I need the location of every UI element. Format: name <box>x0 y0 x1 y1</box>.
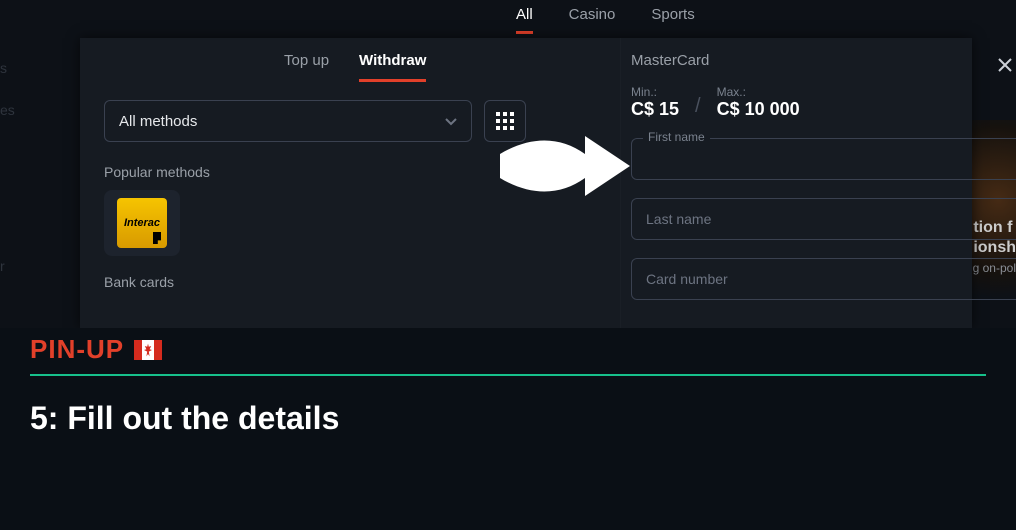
field-card-number <box>631 258 1006 300</box>
chevron-down-icon <box>445 113 457 130</box>
field-last-name <box>631 198 1006 240</box>
min-label: Min.: <box>631 85 679 99</box>
method-filter-row: All methods <box>104 100 562 142</box>
method-select[interactable]: All methods <box>104 100 472 142</box>
withdraw-modal: Top up Withdraw All methods <box>80 38 972 328</box>
form-title: MasterCard <box>631 52 1006 69</box>
withdraw-form-pane: MasterCard Min.: C$ 15 / Max.: C$ 10 000… <box>620 38 1016 328</box>
field-first-name: First name <box>631 138 1006 180</box>
subtab-topup[interactable]: Top up <box>284 52 329 82</box>
first-name-input[interactable] <box>631 138 1016 180</box>
caption-overlay: PIN-UP 5: Fill out the details <box>0 328 1016 530</box>
section-popular-label: Popular methods <box>104 164 562 180</box>
payment-tile-interac[interactable]: Interac <box>104 190 180 256</box>
min-value: C$ 15 <box>631 99 679 120</box>
wallet-subtabs: Top up Withdraw <box>284 52 562 82</box>
max-label: Max.: <box>717 85 800 99</box>
canada-flag-icon <box>134 340 162 360</box>
tab-sports[interactable]: Sports <box>651 6 694 34</box>
tab-all[interactable]: All <box>516 6 533 34</box>
section-bankcards-label: Bank cards <box>104 274 562 290</box>
withdraw-left-pane: Top up Withdraw All methods <box>80 38 580 328</box>
limits-separator: / <box>695 95 701 118</box>
first-name-label: First name <box>643 130 710 144</box>
accent-rule <box>30 374 986 376</box>
grid-icon <box>496 112 514 130</box>
grid-view-button[interactable] <box>484 100 526 142</box>
limits-row: Min.: C$ 15 / Max.: C$ 10 000 <box>631 85 1006 120</box>
tab-casino[interactable]: Casino <box>569 6 616 34</box>
close-button[interactable] <box>998 56 1012 77</box>
pinup-logo: PIN-UP <box>30 334 124 365</box>
step-caption: 5: Fill out the details <box>30 400 339 437</box>
bg-left-menu: s es r <box>0 60 15 300</box>
last-name-input[interactable] <box>631 198 1016 240</box>
card-number-input[interactable] <box>631 258 1016 300</box>
interac-icon: Interac <box>117 198 167 248</box>
method-select-label: All methods <box>119 113 197 130</box>
brand-row: PIN-UP <box>30 334 162 365</box>
subtab-withdraw[interactable]: Withdraw <box>359 52 426 82</box>
screenshot-stage: s es r tion f ionsh have g on-pol All Ca… <box>0 0 1016 530</box>
category-tabs: All Casino Sports <box>0 6 1016 34</box>
max-value: C$ 10 000 <box>717 99 800 120</box>
close-icon <box>998 58 1012 72</box>
